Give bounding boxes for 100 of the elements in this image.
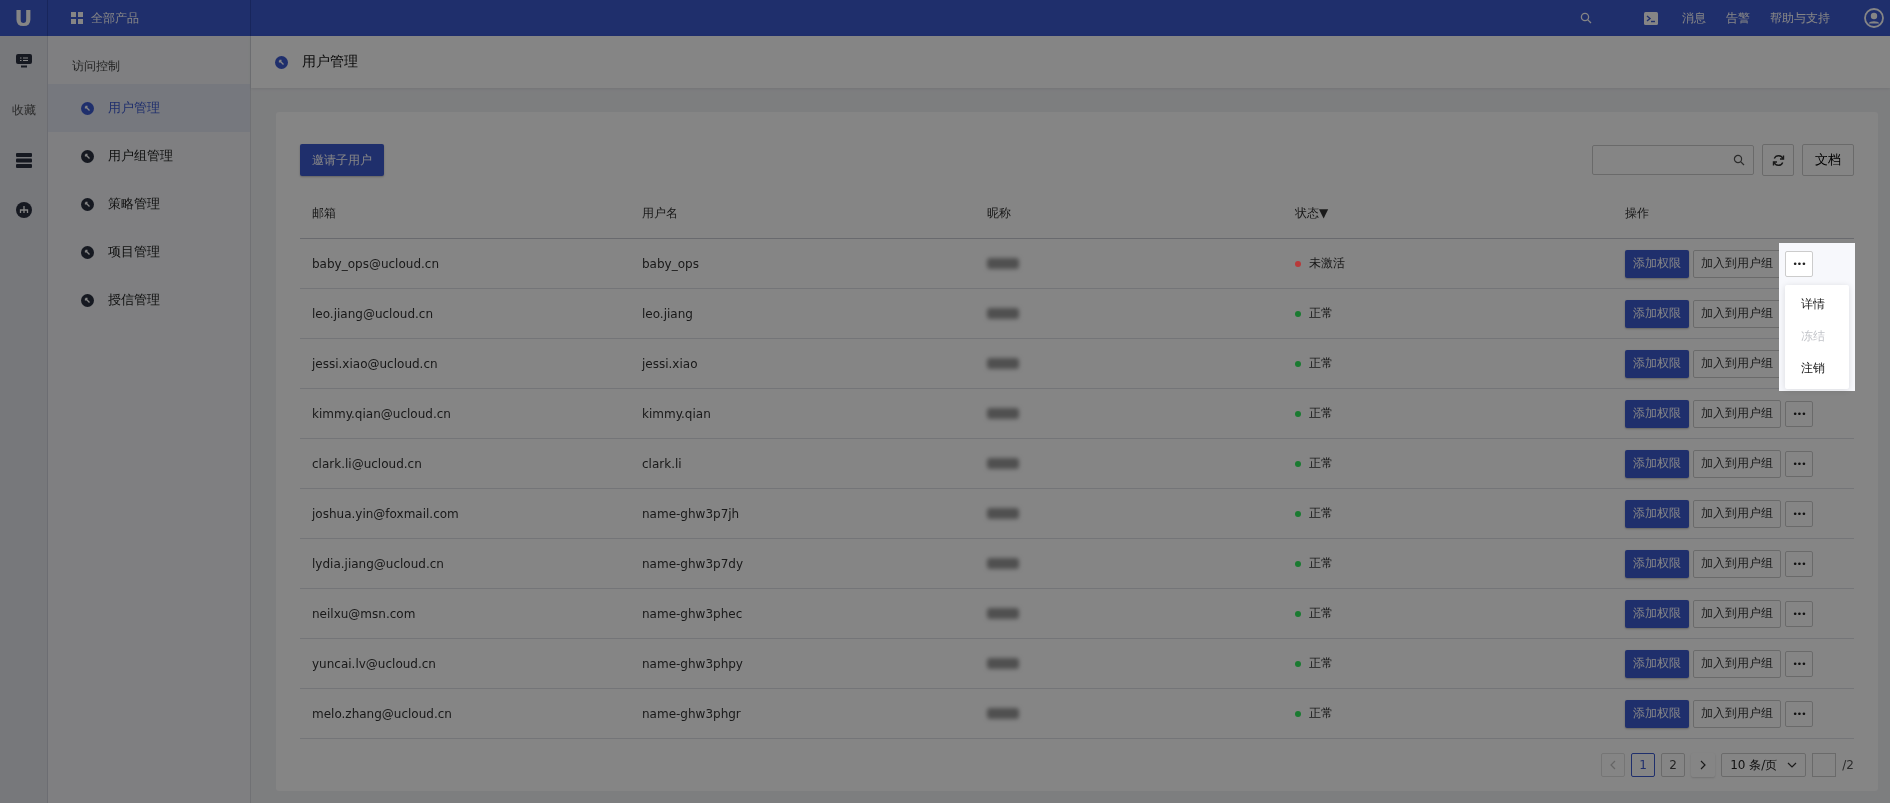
invite-button[interactable]: 邀请子用户 (300, 144, 384, 176)
add-to-group-button[interactable]: 加入到用户组 (1693, 699, 1781, 728)
search-field[interactable] (1592, 145, 1754, 175)
key-icon (81, 197, 94, 211)
table-cell-text: name-ghw3p7jh (641, 506, 741, 521)
more-button[interactable]: ••• (1785, 700, 1813, 727)
redacted-nickname (987, 708, 1019, 719)
sidebar-item[interactable]: 项目管理 (48, 228, 250, 276)
grant-permission-button[interactable]: 添加权限 (1625, 649, 1689, 678)
favorites-link[interactable]: 收藏 (11, 102, 36, 119)
redacted-nickname (987, 358, 1019, 369)
search-icon[interactable] (1580, 12, 1592, 24)
user-avatar-icon[interactable] (1864, 8, 1884, 28)
redacted-nickname (987, 408, 1019, 419)
monitor-icon[interactable] (15, 54, 32, 68)
add-to-group-button[interactable]: 加入到用户组 (1693, 649, 1781, 678)
redacted-nickname (987, 308, 1019, 319)
column-header: 昵称 (986, 204, 1012, 222)
table-cell-text: jessi.xiao@ucloud.cn (310, 356, 439, 371)
sidebar-heading: 访问控制 (71, 58, 121, 75)
docs-button[interactable]: 文档 (1802, 144, 1854, 176)
table-cell-text: kimmy.qian (641, 406, 712, 421)
table-cell-text: neilxu@msn.com (311, 606, 417, 621)
menu-item[interactable]: 详情 (1785, 288, 1849, 321)
chevron-down-icon (1787, 762, 1798, 768)
redacted-nickname (987, 458, 1019, 469)
grant-permission-button[interactable]: 添加权限 (1625, 549, 1689, 578)
redacted-nickname (987, 508, 1019, 519)
grant-permission-button[interactable]: 添加权限 (1625, 699, 1689, 728)
grant-permission-button[interactable]: 添加权限 (1625, 449, 1689, 478)
more-button[interactable]: ••• (1785, 400, 1813, 427)
page-button[interactable]: 2 (1661, 753, 1686, 777)
search-icon (1733, 154, 1745, 166)
column-header: 操作 (1624, 204, 1650, 222)
sidebar-item[interactable]: 用户管理 (48, 84, 250, 132)
page-jump-field[interactable] (1812, 753, 1837, 777)
more-button[interactable]: ••• (1785, 600, 1813, 627)
more-button[interactable]: ••• (1785, 500, 1813, 527)
grant-permission-button[interactable]: 添加权限 (1625, 499, 1689, 528)
sidebar-item[interactable]: 授信管理 (48, 276, 250, 324)
grid-icon (71, 12, 83, 24)
terminal-icon[interactable] (1644, 11, 1658, 25)
status-text: 正常 (1309, 455, 1333, 472)
status-text: 正常 (1309, 555, 1333, 572)
grant-permission-button[interactable]: 添加权限 (1625, 349, 1689, 378)
table-cell-text: clark.li (641, 456, 683, 471)
redacted-nickname (987, 258, 1019, 269)
menu-item[interactable]: 注销 (1785, 352, 1849, 385)
add-to-group-button[interactable]: 加入到用户组 (1693, 249, 1781, 278)
add-to-group-button[interactable]: 加入到用户组 (1693, 599, 1781, 628)
table-cell-text: name-ghw3phpy (641, 656, 744, 671)
hierarchy-icon[interactable] (15, 202, 32, 218)
table-cell-text: yuncai.lv@ucloud.cn (311, 656, 437, 671)
add-to-group-button[interactable]: 加入到用户组 (1693, 449, 1781, 478)
redacted-nickname (987, 558, 1019, 569)
more-button[interactable]: ••• (1785, 550, 1813, 577)
table-cell-text: baby_ops (641, 256, 700, 271)
status-text: 正常 (1309, 355, 1333, 372)
key-icon (81, 245, 94, 259)
grant-permission-button[interactable]: 添加权限 (1625, 249, 1689, 278)
page-total: /2 (1842, 758, 1854, 772)
table-cell-text: name-ghw3p7dy (641, 556, 744, 571)
key-icon (81, 293, 94, 307)
key-icon (81, 149, 94, 163)
add-to-group-button[interactable]: 加入到用户组 (1693, 299, 1781, 328)
add-to-group-button[interactable]: 加入到用户组 (1693, 399, 1781, 428)
top-nav-link[interactable]: 消息 (1682, 9, 1706, 27)
sidebar-item[interactable]: 策略管理 (48, 180, 250, 228)
more-button[interactable]: ••• (1785, 450, 1813, 477)
top-nav-link[interactable]: 告警 (1726, 9, 1750, 27)
grant-permission-button[interactable]: 添加权限 (1625, 399, 1689, 428)
page-button[interactable]: 1 (1631, 753, 1656, 777)
key-icon (275, 55, 288, 69)
column-header: 邮箱 (311, 204, 337, 222)
table-cell-text: name-ghw3phgr (641, 706, 742, 721)
key-icon (81, 101, 94, 115)
add-to-group-button[interactable]: 加入到用户组 (1693, 349, 1781, 378)
sidebar-item[interactable]: 用户组管理 (48, 132, 250, 180)
grant-permission-button[interactable]: 添加权限 (1625, 599, 1689, 628)
table-cell-text: leo.jiang (641, 306, 694, 321)
add-to-group-button[interactable]: 加入到用户组 (1693, 549, 1781, 578)
table-cell-text: kimmy.qian@ucloud.cn (311, 406, 452, 421)
table-cell-text: jessi.xiao (640, 356, 699, 371)
table-cell-text: baby_ops@ucloud.cn (311, 256, 441, 271)
page-size-select[interactable]: 10 条/页 (1721, 753, 1807, 777)
status-text: 正常 (1309, 605, 1333, 622)
table-cell-text: joshua.yin@foxmail.com (310, 506, 460, 521)
table-cell-text: name-ghw3phec (641, 606, 744, 621)
status-text: 正常 (1309, 505, 1333, 522)
top-nav-link[interactable]: 帮助与支持 (1770, 9, 1830, 27)
redacted-nickname (987, 608, 1019, 619)
grant-permission-button[interactable]: 添加权限 (1625, 299, 1689, 328)
add-to-group-button[interactable]: 加入到用户组 (1693, 499, 1781, 528)
more-button[interactable]: ••• (1785, 650, 1813, 677)
more-button[interactable]: ••• (1785, 250, 1813, 277)
refresh-button[interactable] (1762, 144, 1794, 176)
next-page-button[interactable] (1691, 753, 1716, 777)
list-icon[interactable] (15, 153, 32, 168)
redacted-nickname (987, 658, 1019, 669)
table-cell-text: clark.li@ucloud.cn (311, 456, 423, 471)
